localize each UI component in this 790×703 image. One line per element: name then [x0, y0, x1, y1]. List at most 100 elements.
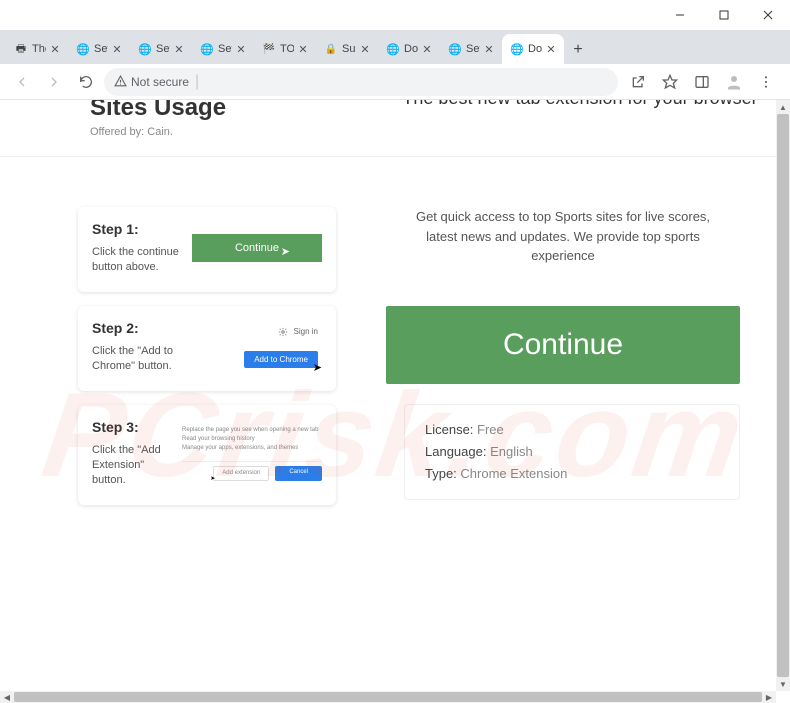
step-card: Step 3: Click the "Add Extension" button… — [78, 405, 336, 505]
printer-icon: 🖶 — [14, 42, 28, 56]
step-title: Step 1: — [92, 221, 182, 237]
info-value: English — [486, 444, 532, 459]
browser-tab[interactable]: 🌐 Setu✕ — [192, 34, 254, 64]
security-label: Not secure — [131, 75, 189, 89]
step2-visual-label: Add to Chrome — [254, 355, 308, 364]
page-content: Sites Usage Offered by: Cain. The best n… — [0, 100, 790, 691]
signin-label: Sign in — [294, 327, 318, 336]
profile-avatar-icon[interactable] — [722, 70, 746, 94]
tab-close-icon[interactable]: ✕ — [296, 42, 310, 56]
step-title: Step 2: — [92, 320, 182, 336]
page-subtagline: Get quick access to top Sports sites for… — [386, 207, 740, 266]
step-card: Step 2: Click the "Add to Chrome" button… — [78, 306, 336, 391]
tab-title: The — [32, 43, 46, 55]
vertical-scrollbar[interactable]: ▲ ▼ — [776, 100, 790, 691]
dialog-line: Manage your apps, extensions, and themes — [182, 444, 322, 453]
tab-close-icon[interactable]: ✕ — [544, 42, 558, 56]
tab-close-icon[interactable]: ✕ — [234, 42, 248, 56]
tab-title: Setu — [218, 43, 232, 55]
step-card: Step 1: Click the continue button above.… — [78, 207, 336, 292]
tab-title: Setu — [94, 43, 108, 55]
tab-title: Setu — [156, 43, 170, 55]
scrollbar-thumb[interactable] — [777, 114, 789, 677]
tab-close-icon[interactable]: ✕ — [172, 42, 186, 56]
step-desc: Click the "Add to Chrome" button. — [92, 344, 182, 375]
dialog-line: Read your browsing history — [182, 435, 322, 444]
step1-visual-label: Continue — [235, 242, 279, 254]
new-tab-button[interactable]: + — [564, 36, 592, 64]
info-value: Chrome Extension — [457, 466, 568, 481]
scroll-down-arrow-icon[interactable]: ▼ — [776, 677, 790, 691]
info-key: Type: — [425, 466, 457, 481]
window-close-button[interactable] — [746, 0, 790, 30]
info-key: Language: — [425, 444, 486, 459]
globe-icon: 🌐 — [200, 42, 214, 56]
globe-icon: 🌐 — [76, 42, 90, 56]
info-key: License: — [425, 422, 473, 437]
reload-button[interactable] — [72, 68, 100, 96]
info-value: Free — [473, 422, 503, 437]
globe-icon: 🌐 — [138, 42, 152, 56]
globe-icon: 🌐 — [448, 42, 462, 56]
back-button[interactable] — [8, 68, 36, 96]
tab-title: Surv — [342, 43, 356, 55]
step3-visual-add-button: Add extension➤ — [213, 466, 269, 481]
browser-tab[interactable]: 🖶 The✕ — [6, 34, 68, 64]
scroll-right-arrow-icon[interactable]: ▶ — [762, 691, 776, 703]
step-title: Step 3: — [92, 419, 172, 435]
tab-title: Dov — [528, 43, 542, 55]
browser-toolbar: Not secure | — [0, 64, 790, 100]
continue-button[interactable]: Continue — [386, 306, 740, 384]
step2-visual-addchrome-button: Add to Chrome ➤ — [244, 351, 318, 368]
browser-tab[interactable]: 🔒 Surv✕ — [316, 34, 378, 64]
tab-close-icon[interactable]: ✕ — [420, 42, 434, 56]
browser-tab[interactable]: 🌐Setu✕ — [440, 34, 502, 64]
forward-button[interactable] — [40, 68, 68, 96]
sidepanel-icon[interactable] — [690, 70, 714, 94]
step3-visual-dialog: Replace the page you see when opening a … — [182, 426, 322, 481]
brand-subtitle: Offered by: Cain. — [90, 126, 390, 138]
gear-icon — [278, 327, 288, 337]
cursor-icon: ➤ — [210, 475, 215, 484]
info-box: License: Free Language: English Type: Ch… — [404, 404, 740, 500]
horizontal-scrollbar[interactable]: ◀ ▶ — [0, 691, 776, 703]
tab-close-icon[interactable]: ✕ — [48, 42, 62, 56]
tab-title: Dov — [404, 43, 418, 55]
step-desc: Click the continue button above. — [92, 245, 182, 276]
cursor-icon: ➤ — [313, 361, 322, 374]
scrollbar-thumb[interactable] — [14, 692, 762, 702]
step1-visual-continue-button: Continue ➤ — [192, 234, 322, 262]
step2-visual-signin: Sign in — [278, 327, 318, 337]
tab-close-icon[interactable]: ✕ — [110, 42, 124, 56]
window-maximize-button[interactable] — [702, 0, 746, 30]
scroll-left-arrow-icon[interactable]: ◀ — [0, 691, 14, 703]
brand-title: Sites Usage — [90, 100, 390, 122]
tab-close-icon[interactable]: ✕ — [482, 42, 496, 56]
step3-visual-cancel-button: Cancel — [275, 466, 322, 481]
security-indicator[interactable]: Not secure — [114, 75, 189, 89]
page-tagline: The best new tab extension for your brow… — [390, 100, 770, 109]
warning-icon — [114, 75, 127, 88]
menu-kebab-icon[interactable] — [754, 70, 778, 94]
tab-close-icon[interactable]: ✕ — [358, 42, 372, 56]
browser-tabstrip: 🖶The✕ 🌐Setu✕ 🌐Setu✕ 🌐Setu✕ 🏁TOP✕ 🔒Surv✕ … — [0, 30, 790, 64]
scroll-up-arrow-icon[interactable]: ▲ — [776, 100, 790, 114]
bookmark-star-icon[interactable] — [658, 70, 682, 94]
tab-title: TOP — [280, 43, 294, 55]
browser-tab[interactable]: 🌐 Dov✕ — [378, 34, 440, 64]
window-titlebar — [0, 0, 790, 30]
browser-tab[interactable]: 🌐 Setu✕ — [130, 34, 192, 64]
share-icon[interactable] — [626, 70, 650, 94]
lock-red-icon: 🔒 — [324, 42, 338, 56]
step-desc: Click the "Add Extension" button. — [92, 443, 172, 489]
main-column: Get quick access to top Sports sites for… — [386, 207, 770, 505]
flag-icon: 🏁 — [262, 42, 276, 56]
window-minimize-button[interactable] — [658, 0, 702, 30]
browser-tab-active[interactable]: 🌐 Dov✕ — [502, 34, 564, 64]
browser-tab[interactable]: 🏁 TOP✕ — [254, 34, 316, 64]
globe-icon: 🌐 — [386, 42, 400, 56]
globe-icon: 🌐 — [510, 42, 524, 56]
browser-tab[interactable]: 🌐 Setu✕ — [68, 34, 130, 64]
steps-column: Step 1: Click the continue button above.… — [78, 207, 336, 505]
address-bar[interactable]: Not secure | — [104, 68, 618, 96]
